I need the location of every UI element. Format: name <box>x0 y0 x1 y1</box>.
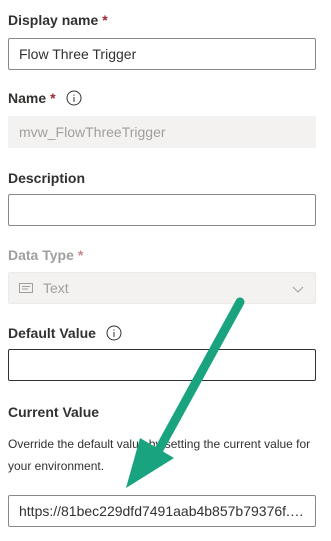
display-name-input[interactable]: Flow Three Trigger <box>8 38 316 70</box>
default-value-label-text: Default Value <box>8 325 96 341</box>
description-label-text: Description <box>8 170 86 186</box>
info-icon[interactable] <box>66 90 82 106</box>
current-value-input[interactable]: https://81bec229dfd7491aab4b857b79376f.5… <box>8 495 316 527</box>
current-value-label: Current Value <box>8 404 99 420</box>
info-icon[interactable] <box>106 325 122 341</box>
default-value-label: Default Value <box>8 325 122 341</box>
description-input[interactable] <box>8 194 316 226</box>
chevron-down-icon <box>292 286 304 293</box>
name-value: mvw_FlowThreeTrigger <box>19 124 166 140</box>
required-marker: * <box>77 247 84 263</box>
data-type-select: Text <box>8 272 316 304</box>
required-marker: * <box>102 12 108 28</box>
current-value-help-text: Override the default value by setting th… <box>8 437 311 473</box>
name-input: mvw_FlowThreeTrigger <box>8 116 316 148</box>
text-type-icon <box>19 283 33 293</box>
display-name-label: Display name * <box>8 12 108 28</box>
name-label: Name * <box>8 90 82 106</box>
display-name-value: Flow Three Trigger <box>19 46 137 62</box>
current-value-value: https://81bec229dfd7491aab4b857b79376f.5… <box>19 503 305 519</box>
default-value-input[interactable] <box>8 349 316 381</box>
required-marker: * <box>50 90 56 106</box>
data-type-label-text: Data Type <box>8 247 74 263</box>
current-value-label-text: Current Value <box>8 404 100 420</box>
data-type-label: Data Type * <box>8 247 83 263</box>
name-label-text: Name <box>8 90 47 106</box>
data-type-value: Text <box>43 280 69 296</box>
display-name-label-text: Display name <box>8 12 99 28</box>
description-label: Description <box>8 170 85 186</box>
